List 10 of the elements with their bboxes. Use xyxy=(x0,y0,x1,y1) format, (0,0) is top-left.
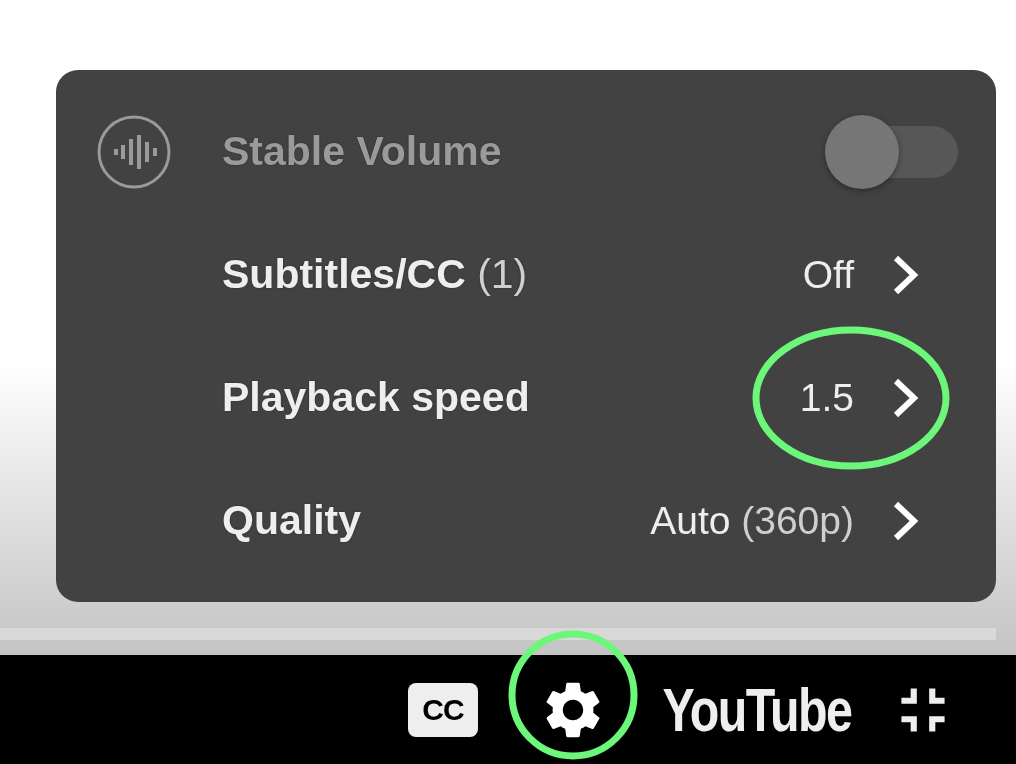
menu-item-value: Auto (360p) xyxy=(650,498,854,543)
menu-item-label[interactable]: Playback speed xyxy=(222,374,800,421)
menu-item-label[interactable]: Subtitles/CC (1) xyxy=(222,251,803,298)
captions-button[interactable]: CC xyxy=(408,682,478,737)
menu-item-value: 1.5 xyxy=(799,375,854,420)
logo[interactable]: YouTube xyxy=(662,670,852,749)
sound-wave-icon xyxy=(96,113,172,190)
menu-item-value: Off xyxy=(802,252,854,297)
menu-item-label[interactable]: Quality xyxy=(222,497,651,544)
menu-item-label: Stable Volume xyxy=(222,128,503,175)
